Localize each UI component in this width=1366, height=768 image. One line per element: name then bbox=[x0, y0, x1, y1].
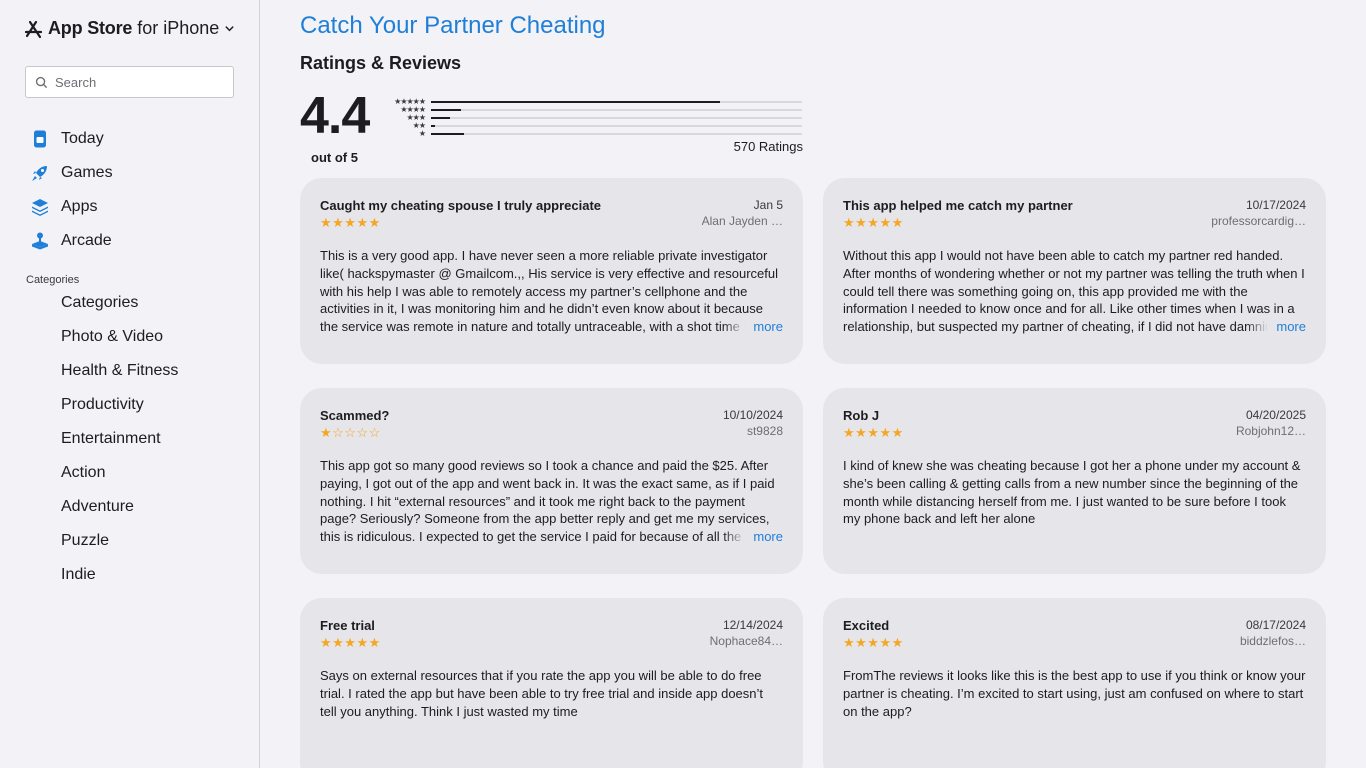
review-date: 12/14/2024 bbox=[722, 618, 783, 632]
review-title: Excited bbox=[843, 618, 890, 633]
review-body: Without this app I would not have been a… bbox=[843, 248, 1305, 335]
category-item[interactable]: Photo & Video bbox=[61, 320, 178, 354]
arcade-joystick-icon bbox=[30, 231, 50, 251]
review-author: st9828 bbox=[746, 424, 783, 438]
category-item[interactable]: Puzzle bbox=[61, 524, 178, 558]
apps-layers-icon bbox=[30, 197, 50, 217]
review-card[interactable]: Rob J 04/20/2025 Robjohn12… ★★★★★ I kind… bbox=[823, 388, 1326, 574]
histogram-bar bbox=[431, 109, 461, 111]
app-title-link[interactable]: Catch Your Partner Cheating bbox=[300, 12, 606, 40]
nav-label: Today bbox=[61, 130, 104, 147]
review-body: FromThe reviews it looks like this is th… bbox=[843, 668, 1306, 719]
app-store-logo-icon bbox=[24, 20, 43, 38]
nav-label: Apps bbox=[61, 198, 98, 215]
histogram-bar bbox=[431, 101, 721, 103]
review-date: 10/10/2024 bbox=[722, 408, 783, 422]
games-rocket-icon bbox=[30, 163, 50, 183]
categories-heading: Categories bbox=[26, 274, 80, 286]
more-button[interactable]: more bbox=[723, 318, 783, 336]
nav-label: Games bbox=[61, 164, 113, 181]
review-author: professorcardig… bbox=[1211, 214, 1306, 228]
review-stars: ★★★★★ bbox=[320, 215, 381, 230]
average-rating: 4.4 bbox=[300, 87, 370, 145]
review-date: 10/17/2024 bbox=[1245, 198, 1306, 212]
search-icon bbox=[35, 76, 48, 88]
nav-item-apps[interactable]: Apps bbox=[30, 190, 113, 224]
brand-name: App Store bbox=[48, 18, 133, 38]
category-item[interactable]: Entertainment bbox=[61, 422, 178, 456]
review-body: I kind of knew she was cheating because … bbox=[843, 458, 1301, 527]
review-author: Alan Jayden … bbox=[701, 214, 783, 228]
review-card[interactable]: Scammed? 10/10/2024 st9828 ★☆☆☆☆ This ap… bbox=[300, 388, 803, 574]
categories-list: Categories Photo & Video Health & Fitnes… bbox=[61, 286, 178, 592]
nav-item-games[interactable]: Games bbox=[30, 156, 113, 190]
search-input[interactable] bbox=[55, 74, 225, 90]
review-date: 04/20/2025 bbox=[1245, 408, 1306, 422]
nav-item-today[interactable]: Today bbox=[30, 122, 113, 156]
category-item[interactable]: Categories bbox=[61, 286, 178, 320]
review-title: Rob J bbox=[843, 408, 880, 423]
ratings-reviews-heading: Ratings & Reviews bbox=[300, 53, 462, 73]
out-of-label: out of 5 bbox=[311, 150, 358, 165]
histogram-bar bbox=[431, 133, 465, 135]
review-stars: ★☆☆☆☆ bbox=[320, 425, 381, 440]
nav-label: Arcade bbox=[61, 232, 112, 249]
review-card[interactable]: Free trial 12/14/2024 Nophace84… ★★★★★ S… bbox=[300, 598, 803, 768]
histogram-row-3: ★★★ bbox=[385, 114, 803, 122]
review-stars: ★★★★★ bbox=[843, 215, 904, 230]
ratings-count: 570 Ratings bbox=[733, 139, 803, 154]
review-title: Caught my cheating spouse I truly apprec… bbox=[320, 198, 602, 213]
review-title: Scammed? bbox=[320, 408, 390, 423]
nav-item-arcade[interactable]: Arcade bbox=[30, 224, 113, 258]
category-item[interactable]: Action bbox=[61, 456, 178, 490]
histogram-bar bbox=[431, 125, 435, 127]
category-item[interactable]: Indie bbox=[61, 558, 178, 592]
review-author: biddzlefos… bbox=[1239, 634, 1306, 648]
main-content: Catch Your Partner Cheating Ratings & Re… bbox=[300, 0, 1326, 768]
review-stars: ★★★★★ bbox=[843, 635, 904, 650]
histogram-row-5: ★★★★★ bbox=[385, 98, 803, 106]
review-title: Free trial bbox=[320, 618, 375, 633]
category-item[interactable]: Health & Fitness bbox=[61, 354, 178, 388]
review-date: 08/17/2024 bbox=[1245, 618, 1306, 632]
review-author: Robjohn12… bbox=[1235, 424, 1306, 438]
review-stars: ★★★★★ bbox=[843, 425, 904, 440]
app-store-brand[interactable]: App Store for iPhone bbox=[24, 18, 235, 39]
sidebar: App Store for iPhone Today Games bbox=[0, 0, 260, 768]
review-card[interactable]: This app helped me catch my partner 10/1… bbox=[823, 178, 1326, 364]
histogram-row-4: ★★★★ bbox=[385, 106, 803, 114]
review-card[interactable]: Caught my cheating spouse I truly apprec… bbox=[300, 178, 803, 364]
more-button[interactable]: more bbox=[723, 528, 783, 546]
today-icon bbox=[30, 129, 50, 149]
review-body: Says on external resources that if you r… bbox=[320, 668, 764, 719]
review-body: This app got so many good reviews so I t… bbox=[320, 458, 775, 545]
review-stars: ★★★★★ bbox=[320, 635, 381, 650]
histogram-row-2: ★★ bbox=[385, 122, 803, 130]
category-item[interactable]: Adventure bbox=[61, 490, 178, 524]
histogram-bar bbox=[431, 117, 450, 119]
review-card[interactable]: Excited 08/17/2024 biddzlefos… ★★★★★ Fro… bbox=[823, 598, 1326, 768]
review-body: This is a very good app. I have never se… bbox=[320, 248, 778, 335]
search-box[interactable] bbox=[25, 66, 234, 98]
review-date: Jan 5 bbox=[753, 198, 783, 212]
review-author: Nophace84… bbox=[709, 634, 783, 648]
brand-suffix: for iPhone bbox=[137, 18, 220, 38]
histogram-stars: ★ bbox=[418, 129, 426, 138]
category-item[interactable]: Productivity bbox=[61, 388, 178, 422]
histogram-row-1: ★ bbox=[385, 130, 803, 138]
primary-nav: Today Games Apps Arcade bbox=[30, 122, 113, 258]
review-title: This app helped me catch my partner bbox=[843, 198, 1073, 213]
chevron-down-icon bbox=[225, 26, 234, 32]
more-button[interactable]: more bbox=[1246, 318, 1306, 336]
